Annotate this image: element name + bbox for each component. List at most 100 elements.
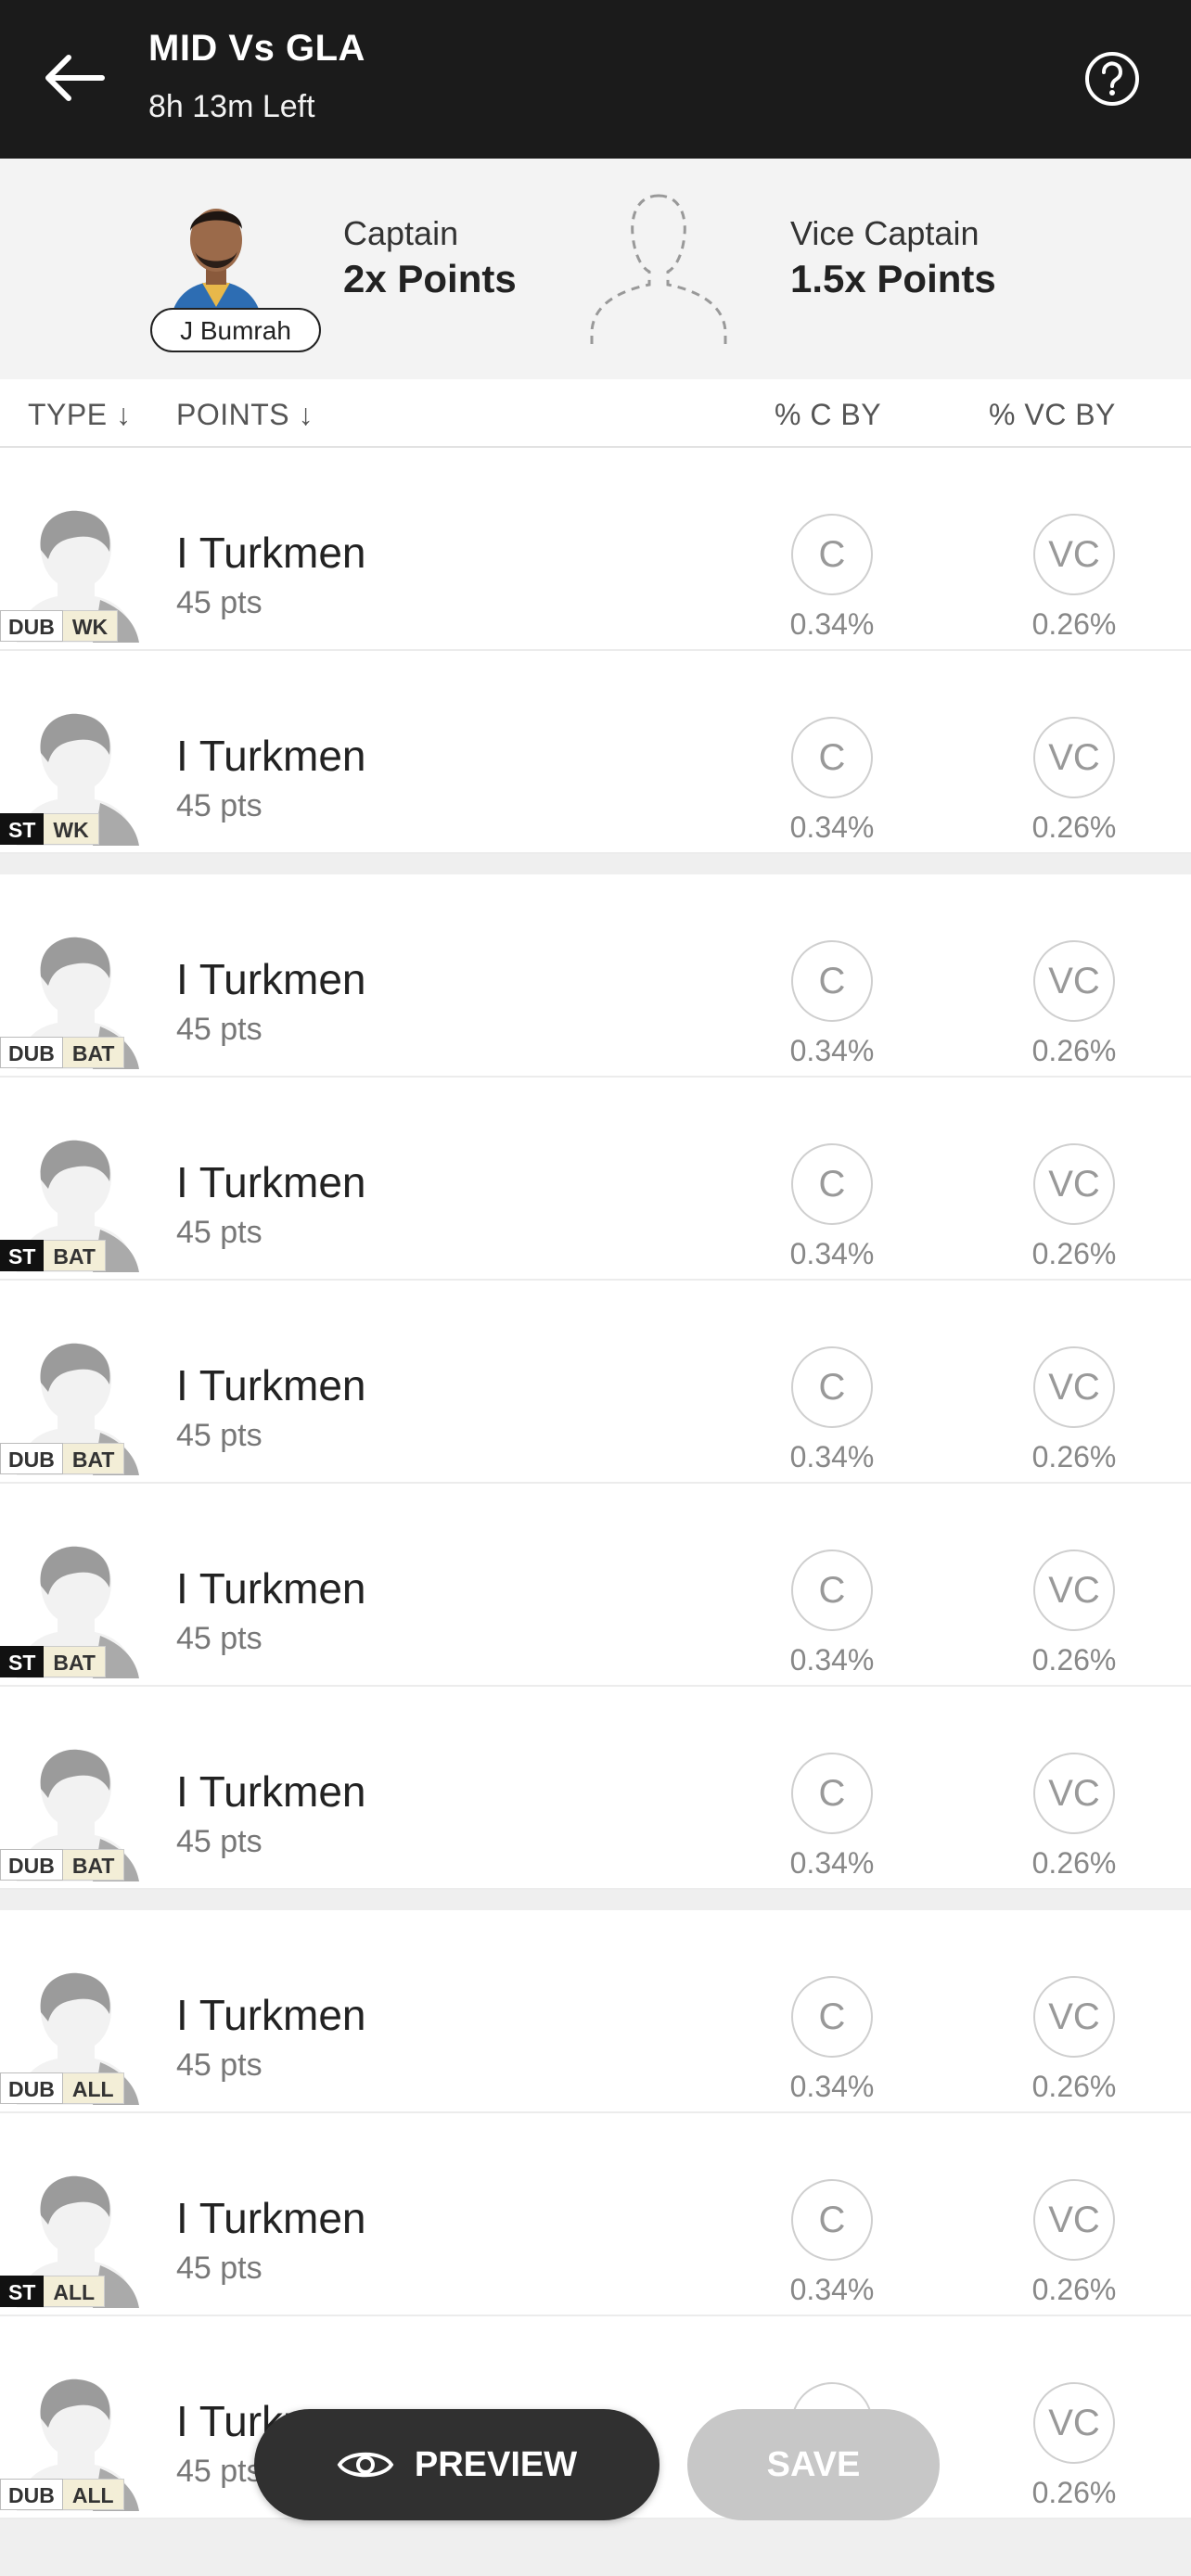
player-badge: DUB ALL — [0, 2479, 124, 2510]
captain-selection-panel: J Bumrah Captain 2x Points Vice Captain … — [0, 159, 1191, 379]
vice-captain-percent: 0.26% — [1031, 1034, 1117, 1067]
sub-badge: DUB — [0, 1849, 63, 1881]
player-row: DUB BAT I Turkmen 45 pts C 0.34% VC 0.26% — [0, 1281, 1191, 1484]
player-name: I Turkmen — [176, 1361, 366, 1409]
player-name: I Turkmen — [176, 1564, 366, 1613]
player-points: 45 pts — [176, 2251, 263, 2286]
vice-captain-select-button[interactable]: VC — [1033, 717, 1115, 798]
captain-select-button[interactable]: C — [791, 940, 873, 1022]
vice-captain-select-button[interactable]: VC — [1033, 1346, 1115, 1428]
preview-label: PREVIEW — [414, 2444, 578, 2484]
vice-captain-label: Vice Captain — [790, 214, 980, 252]
player-name: I Turkmen — [176, 2194, 366, 2242]
player-points: 45 pts — [176, 2047, 263, 2083]
sub-badge: ST — [0, 1646, 45, 1677]
captain-select-button[interactable]: C — [791, 1753, 873, 1834]
captain-percent: 0.34% — [789, 1440, 875, 1473]
player-row: DUB BAT I Turkmen 45 pts C 0.34% VC 0.26% — [0, 874, 1191, 1078]
captain-select-button[interactable]: C — [791, 1143, 873, 1225]
vice-captain-percent: 0.26% — [1031, 607, 1117, 641]
player-row: DUB BAT I Turkmen 45 pts C 0.34% VC 0.26% — [0, 1687, 1191, 1890]
player-badge: ST ALL — [0, 2276, 106, 2307]
row-divider — [0, 1888, 1191, 1890]
time-left: 8h 13m Left — [148, 89, 315, 124]
vice-captain-percent: 0.26% — [1031, 1846, 1117, 1880]
sub-badge: DUB — [0, 1037, 63, 1068]
player-name: I Turkmen — [176, 1991, 366, 2039]
sub-badge: ST — [0, 813, 45, 845]
preview-button[interactable]: PREVIEW — [254, 2409, 660, 2520]
vice-captain-select-button[interactable]: VC — [1033, 1549, 1115, 1631]
player-points: 45 pts — [176, 1012, 263, 1047]
captain-multiplier: 2x Points — [343, 257, 517, 300]
player-badge: ST WK — [0, 813, 99, 845]
group-separator — [0, 1890, 1191, 1910]
captain-percent: 0.34% — [789, 607, 875, 641]
role-badge: ALL — [44, 2276, 106, 2307]
player-row: ST ALL I Turkmen 45 pts C 0.34% VC 0.26% — [0, 2113, 1191, 2316]
player-name: I Turkmen — [176, 1767, 366, 1816]
vice-captain-select-button[interactable]: VC — [1033, 2382, 1115, 2464]
captain-select-button[interactable]: C — [791, 717, 873, 798]
save-button[interactable]: SAVE — [687, 2409, 940, 2520]
player-row: ST BAT I Turkmen 45 pts C 0.34% VC 0.26% — [0, 1078, 1191, 1281]
captain-percent: 0.34% — [789, 1034, 875, 1067]
sub-badge: DUB — [0, 1443, 63, 1474]
vice-captain-select-button[interactable]: VC — [1033, 1976, 1115, 2058]
captain-percent: 0.34% — [789, 810, 875, 844]
captain-select-button[interactable]: C — [791, 1549, 873, 1631]
vice-captain-multiplier: 1.5x Points — [790, 257, 996, 300]
player-list: DUB WK I Turkmen 45 pts C 0.34% VC 0.26% ST WK I T… — [0, 448, 1191, 2519]
captain-select-button[interactable]: C — [791, 1976, 873, 2058]
captain-photo — [165, 186, 267, 325]
player-points: 45 pts — [176, 2454, 263, 2489]
vice-captain-select-button[interactable]: VC — [1033, 940, 1115, 1022]
vice-captain-select-button[interactable]: VC — [1033, 1753, 1115, 1834]
player-points: 45 pts — [176, 1418, 263, 1453]
vice-captain-placeholder-icon[interactable] — [584, 186, 733, 353]
group-separator — [0, 854, 1191, 874]
role-badge: BAT — [44, 1646, 106, 1677]
vice-captain-percent: 0.26% — [1031, 1440, 1117, 1473]
back-arrow-icon[interactable] — [41, 48, 108, 108]
player-badge: ST BAT — [0, 1646, 106, 1677]
captain-select-button[interactable]: C — [791, 514, 873, 595]
vc-by-header: % VC BY — [989, 398, 1116, 431]
captain-percent: 0.34% — [789, 1643, 875, 1677]
captain-percent: 0.34% — [789, 2070, 875, 2103]
vice-captain-percent: 0.26% — [1031, 2273, 1117, 2306]
sub-badge: ST — [0, 1240, 45, 1271]
captain-percent: 0.34% — [789, 2273, 875, 2306]
sort-points[interactable]: POINTS ↓ — [176, 398, 314, 432]
player-badge: DUB BAT — [0, 1037, 125, 1068]
player-badge: DUB WK — [0, 610, 119, 642]
captain-select-button[interactable]: C — [791, 2179, 873, 2261]
captain-name-chip[interactable]: J Bumrah — [150, 308, 321, 352]
help-icon[interactable] — [1083, 50, 1141, 108]
sub-badge: DUB — [0, 610, 63, 642]
vice-captain-select-button[interactable]: VC — [1033, 514, 1115, 595]
player-name: I Turkmen — [176, 732, 366, 780]
role-badge: ALL — [62, 2072, 124, 2104]
sort-type[interactable]: TYPE ↓ — [28, 398, 131, 432]
player-name: I Turkmen — [176, 529, 366, 577]
player-badge: DUB ALL — [0, 2072, 124, 2104]
vice-captain-select-button[interactable]: VC — [1033, 1143, 1115, 1225]
vice-captain-percent: 0.26% — [1031, 2070, 1117, 2103]
vice-captain-percent: 0.26% — [1031, 1237, 1117, 1270]
role-badge: BAT — [62, 1443, 125, 1474]
role-badge: ALL — [62, 2479, 124, 2510]
captain-select-button[interactable]: C — [791, 1346, 873, 1428]
sub-badge: ST — [0, 2276, 45, 2307]
vice-captain-percent: 0.26% — [1031, 1643, 1117, 1677]
app-header: MID Vs GLA 8h 13m Left — [0, 0, 1191, 159]
vice-captain-percent: 0.26% — [1031, 2476, 1117, 2509]
player-points: 45 pts — [176, 1621, 263, 1656]
player-row: ST WK I Turkmen 45 pts C 0.34% VC 0.26% — [0, 651, 1191, 854]
player-points: 45 pts — [176, 788, 263, 823]
player-points: 45 pts — [176, 1824, 263, 1859]
player-name: I Turkmen — [176, 955, 366, 1003]
match-title: MID Vs GLA — [148, 28, 365, 69]
vice-captain-select-button[interactable]: VC — [1033, 2179, 1115, 2261]
role-badge: WK — [44, 813, 99, 845]
